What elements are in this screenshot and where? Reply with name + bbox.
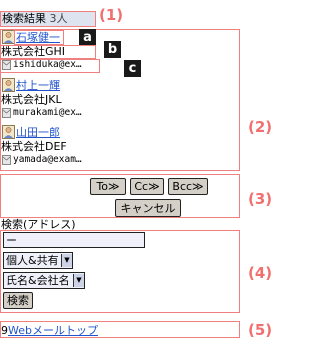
annotation-badge-b: b [104, 41, 121, 58]
annotation-label-1: (1) [99, 6, 124, 24]
annotation-box-3 [0, 174, 240, 218]
annotation-box-4 [0, 230, 240, 313]
annotation-label-3: (3) [248, 190, 273, 208]
annotation-badge-c: c [124, 60, 141, 77]
annotation-label-5: (5) [248, 321, 273, 339]
annotation-badge-a: a [79, 29, 96, 46]
annotation-label-2: (2) [248, 118, 273, 136]
annotation-box-5 [0, 321, 240, 338]
annotation-box-a [14, 30, 64, 45]
annotation-box-1 [0, 11, 96, 27]
annotation-box-b [0, 45, 96, 59]
annotation-box-c [0, 59, 100, 73]
annotation-label-4: (4) [248, 264, 273, 282]
